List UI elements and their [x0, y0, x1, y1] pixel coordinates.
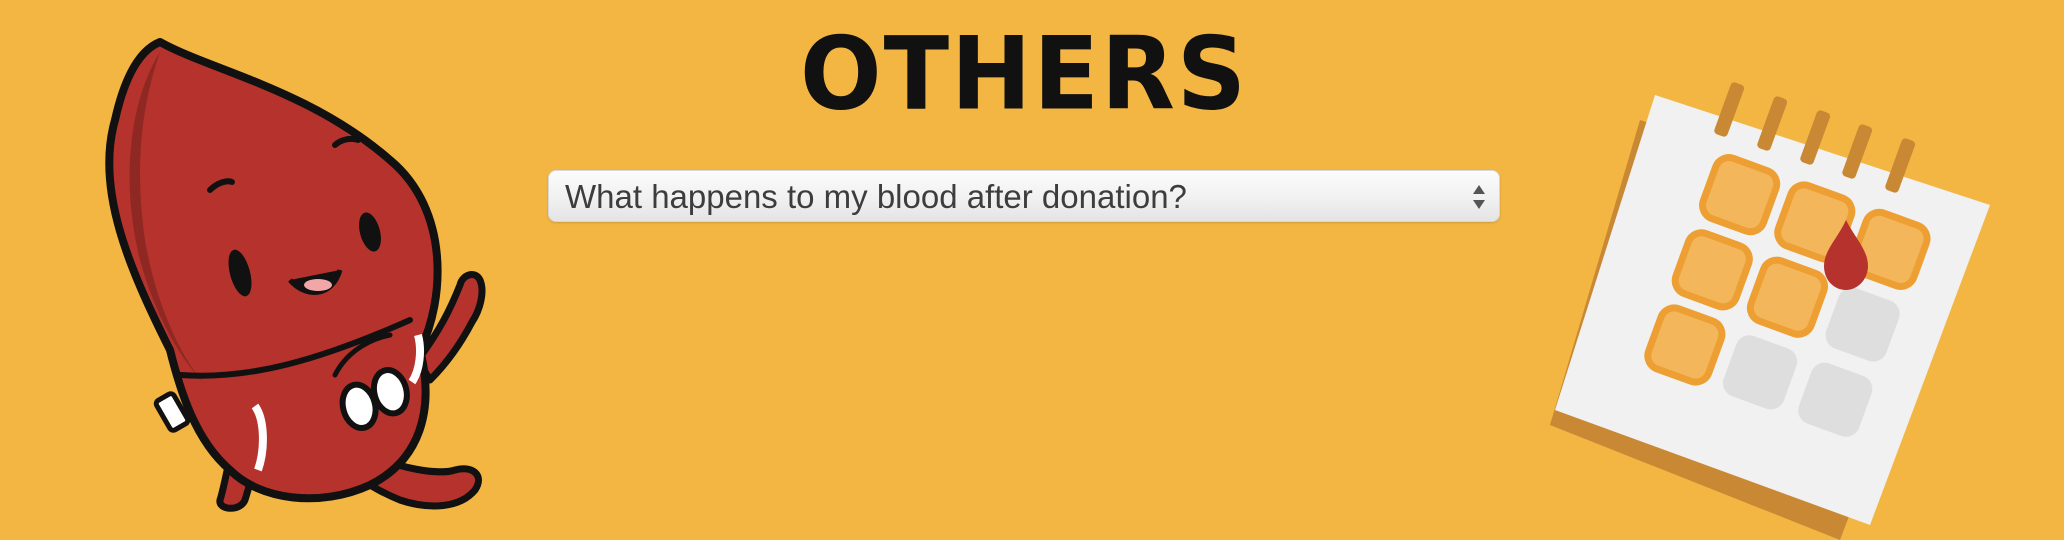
calendar-illustration — [1550, 82, 1990, 540]
faq-selected-value: What happens to my blood after donation? — [565, 178, 1187, 215]
select-stepper-icon — [1473, 185, 1485, 209]
faq-question-select[interactable]: What happens to my blood after donation? — [548, 170, 1500, 222]
blood-drop-mascot-illustration: BB — [105, 38, 486, 512]
others-section: OTHERS What happens to my blood after do… — [0, 0, 2064, 540]
